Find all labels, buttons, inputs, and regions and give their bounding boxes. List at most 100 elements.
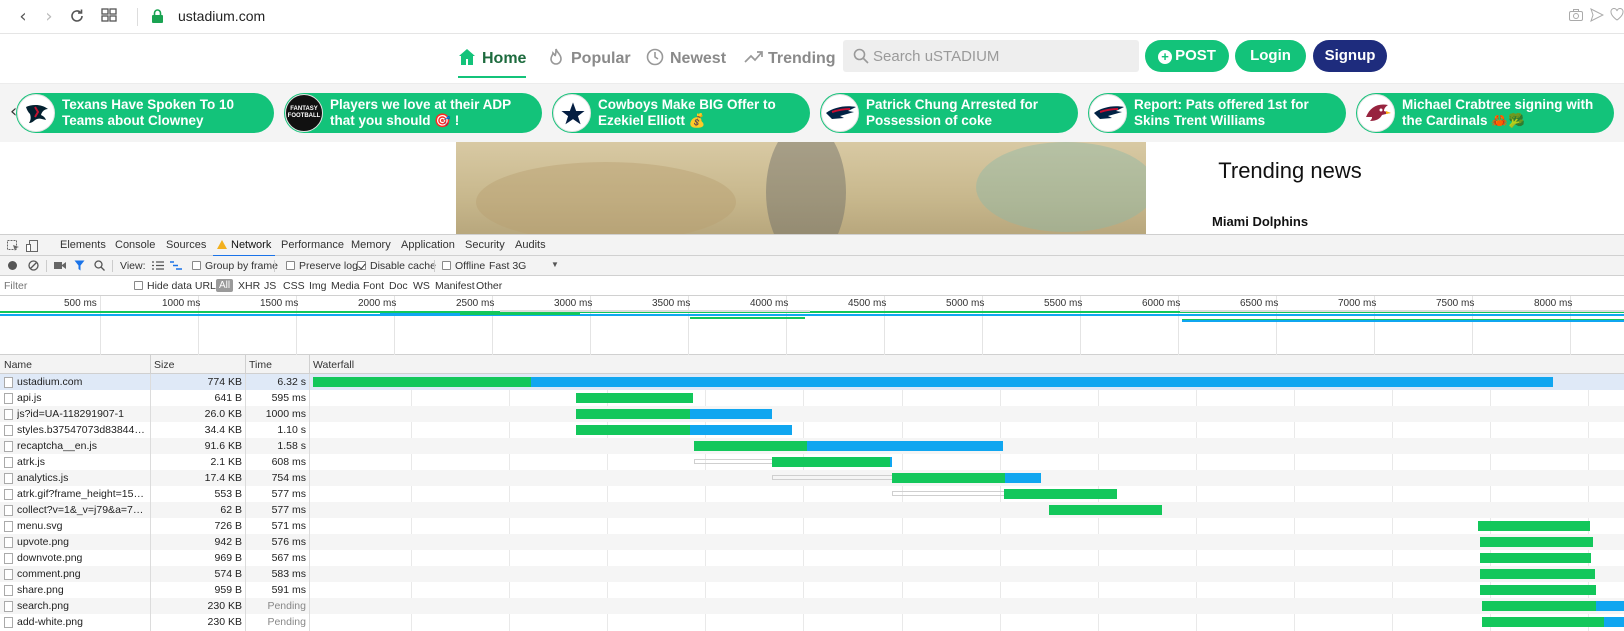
filter-type-ws[interactable]: WS bbox=[413, 280, 430, 292]
filter-type-img[interactable]: Img bbox=[309, 280, 327, 292]
filter-type-font[interactable]: Font bbox=[363, 280, 384, 292]
filter-input[interactable] bbox=[4, 279, 124, 293]
request-row[interactable]: upvote.png 942 B 576 ms bbox=[0, 534, 1624, 550]
request-row[interactable]: share.png 959 B 591 ms bbox=[0, 582, 1624, 598]
device-toolbar-icon[interactable] bbox=[26, 240, 40, 252]
hide-data-urls-checkbox[interactable]: Hide data URLs bbox=[134, 280, 221, 292]
request-name[interactable]: analytics.js bbox=[17, 472, 145, 484]
request-name[interactable]: search.png bbox=[17, 600, 145, 612]
filter-type-css[interactable]: CSS bbox=[283, 280, 305, 292]
request-name[interactable]: downvote.png bbox=[17, 552, 145, 564]
request-row[interactable]: menu.svg 726 B 571 ms bbox=[0, 518, 1624, 534]
filter-icon[interactable] bbox=[74, 260, 85, 274]
news-item[interactable]: Report: Pats offered 1st for Skins Trent … bbox=[1088, 93, 1346, 133]
request-row[interactable]: comment.png 574 B 583 ms bbox=[0, 566, 1624, 582]
request-row[interactable]: styles.b37547073d838449ab... 34.4 KB 1.10 … bbox=[0, 422, 1624, 438]
request-row[interactable]: recaptcha__en.js 91.6 KB 1.58 s bbox=[0, 438, 1624, 454]
filter-type-js[interactable]: JS bbox=[264, 280, 276, 292]
request-name[interactable]: collect?v=1&_v=j79&a=70774... bbox=[17, 504, 145, 516]
filter-type-doc[interactable]: Doc bbox=[389, 280, 408, 292]
trending-news-item[interactable]: Miami Dolphins bbox=[1212, 214, 1308, 229]
filter-type-other[interactable]: Other bbox=[476, 280, 502, 292]
request-name[interactable]: share.png bbox=[17, 584, 145, 596]
inspect-element-icon[interactable] bbox=[7, 240, 21, 252]
screenshot-camera-icon[interactable] bbox=[54, 261, 66, 273]
tab-performance[interactable]: Performance bbox=[281, 239, 344, 251]
request-row[interactable]: atrk.js 2.1 KB 608 ms bbox=[0, 454, 1624, 470]
tab-sources[interactable]: Sources bbox=[166, 239, 206, 251]
tabs-grid-icon[interactable] bbox=[100, 8, 118, 26]
column-time[interactable]: Time bbox=[249, 359, 272, 371]
tab-memory[interactable]: Memory bbox=[351, 239, 391, 251]
request-name[interactable]: menu.svg bbox=[17, 520, 145, 532]
tab-network[interactable]: Network bbox=[212, 239, 276, 257]
heart-icon[interactable] bbox=[1608, 7, 1624, 26]
large-rows-icon[interactable] bbox=[152, 261, 164, 273]
news-item[interactable]: Texans Have Spoken To 10 Teams about Clow… bbox=[16, 93, 274, 133]
request-row[interactable]: add-white.png 230 KB Pending bbox=[0, 614, 1624, 630]
post-button[interactable]: + POST bbox=[1145, 40, 1229, 72]
clear-icon[interactable] bbox=[28, 260, 39, 274]
request-row[interactable]: atrk.gif?frame_height=150&fr... 553 B 577 … bbox=[0, 486, 1624, 502]
column-size[interactable]: Size bbox=[154, 359, 174, 371]
nav-home[interactable]: Home bbox=[458, 47, 527, 78]
request-name[interactable]: atrk.gif?frame_height=150&fr... bbox=[17, 488, 145, 500]
search-icon[interactable] bbox=[94, 260, 105, 274]
waterfall-view-icon[interactable] bbox=[170, 261, 182, 273]
request-row[interactable]: search.png 230 KB Pending bbox=[0, 598, 1624, 614]
column-waterfall[interactable]: Waterfall bbox=[313, 359, 354, 371]
request-name[interactable]: recaptcha__en.js bbox=[17, 440, 145, 452]
nav-newest[interactable]: Newest bbox=[646, 47, 726, 73]
news-item[interactable]: Cowboys Make BIG Offer to Ezekiel Elliott… bbox=[552, 93, 810, 133]
request-row[interactable]: api.js 641 B 595 ms bbox=[0, 390, 1624, 406]
request-name[interactable]: ustadium.com bbox=[17, 376, 145, 388]
reload-icon[interactable] bbox=[68, 8, 86, 26]
tab-security[interactable]: Security bbox=[465, 239, 505, 251]
offline-checkbox[interactable]: Offline bbox=[442, 260, 485, 272]
search-input[interactable] bbox=[873, 40, 1133, 72]
search-bar[interactable] bbox=[843, 40, 1139, 72]
group-by-frame-checkbox[interactable]: Group by frame bbox=[192, 260, 278, 272]
record-icon[interactable] bbox=[8, 261, 17, 273]
news-item[interactable]: Michael Crabtree signing with the Cardina… bbox=[1356, 93, 1614, 133]
filter-type-xhr[interactable]: XHR bbox=[238, 280, 260, 292]
tab-elements[interactable]: Elements bbox=[60, 239, 106, 251]
camera-icon[interactable] bbox=[1567, 8, 1585, 26]
file-icon bbox=[4, 489, 13, 500]
request-name[interactable]: styles.b37547073d838449ab... bbox=[17, 424, 145, 436]
column-name[interactable]: Name bbox=[4, 359, 32, 371]
login-button[interactable]: Login bbox=[1235, 40, 1306, 72]
send-icon[interactable] bbox=[1588, 8, 1606, 26]
tab-application[interactable]: Application bbox=[401, 239, 455, 251]
preserve-log-checkbox[interactable]: Preserve log bbox=[286, 260, 358, 272]
request-name[interactable]: upvote.png bbox=[17, 536, 145, 548]
signup-button[interactable]: Signup bbox=[1313, 40, 1387, 72]
news-item[interactable]: FANTASY FOOTBALL Players we love at thei… bbox=[284, 93, 542, 133]
nav-trending[interactable]: Trending bbox=[744, 47, 836, 73]
file-icon bbox=[4, 457, 13, 468]
request-name[interactable]: comment.png bbox=[17, 568, 145, 580]
tab-audits[interactable]: Audits bbox=[515, 239, 546, 251]
request-row[interactable]: analytics.js 17.4 KB 754 ms bbox=[0, 470, 1624, 486]
tab-console[interactable]: Console bbox=[115, 239, 155, 251]
address-bar[interactable]: ustadium.com bbox=[178, 8, 265, 24]
forward-icon[interactable]: › bbox=[40, 8, 58, 26]
back-icon[interactable]: ‹ bbox=[14, 8, 32, 26]
news-item[interactable]: Patrick Chung Arrested for Possession of … bbox=[820, 93, 1078, 133]
request-row[interactable]: ustadium.com 774 KB 6.32 s bbox=[0, 374, 1624, 390]
request-name[interactable]: api.js bbox=[17, 392, 145, 404]
request-row[interactable]: collect?v=1&_v=j79&a=70774... 62 B 577 ms bbox=[0, 502, 1624, 518]
request-row[interactable]: js?id=UA-118291907-1 26.0 KB 1000 ms bbox=[0, 406, 1624, 422]
disable-cache-checkbox[interactable]: Disable cache bbox=[357, 260, 436, 272]
request-name[interactable]: js?id=UA-118291907-1 bbox=[17, 408, 145, 420]
filter-type-media[interactable]: Media bbox=[331, 280, 360, 292]
network-overview-timeline[interactable]: 500 ms 1000 ms 1500 ms 2000 ms 2500 ms 3000 m… bbox=[0, 296, 1624, 355]
filter-type-manifest[interactable]: Manifest bbox=[435, 280, 475, 292]
request-row[interactable]: downvote.png 969 B 567 ms bbox=[0, 550, 1624, 566]
filter-type-all[interactable]: All bbox=[216, 279, 234, 292]
request-name[interactable]: add-white.png bbox=[17, 616, 145, 628]
request-name[interactable]: atrk.js bbox=[17, 456, 145, 468]
nav-popular[interactable]: Popular bbox=[547, 47, 631, 73]
throttling-select[interactable]: Fast 3G ▼ bbox=[489, 260, 559, 272]
hero-image[interactable] bbox=[456, 142, 1146, 234]
